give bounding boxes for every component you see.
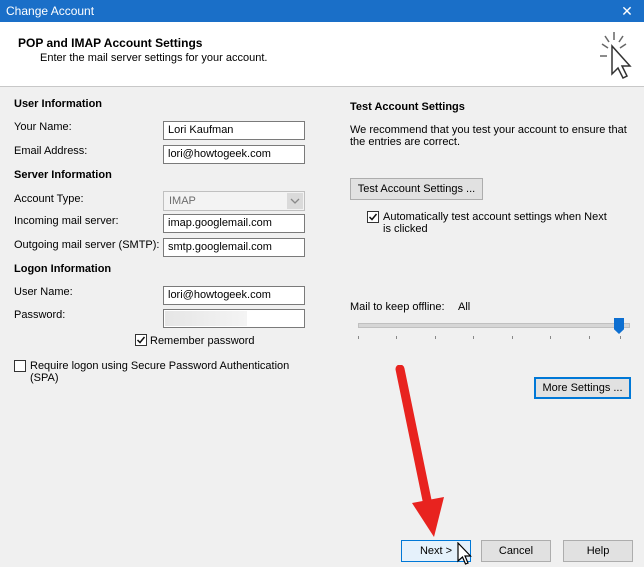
- cancel-button[interactable]: Cancel: [481, 540, 551, 562]
- header-subtitle: Enter the mail server settings for your …: [40, 52, 268, 64]
- password-mask: [165, 311, 247, 326]
- spa-label-line1: Require logon using Secure Password Auth…: [30, 360, 290, 372]
- server-info-heading: Server Information: [14, 169, 112, 181]
- auto-test-label-line2: is clicked: [383, 223, 428, 235]
- your-name-field[interactable]: Lori Kaufman: [163, 121, 305, 140]
- spa-label-line2: (SPA): [30, 372, 59, 384]
- slider-tick: [512, 336, 513, 339]
- test-settings-heading: Test Account Settings: [350, 101, 465, 113]
- red-arrow-annotation-icon: [395, 365, 444, 537]
- incoming-server-label: Incoming mail server:: [14, 215, 119, 227]
- slider-tick: [550, 336, 551, 339]
- slider-tick: [473, 336, 474, 339]
- offline-slider-thumb[interactable]: [614, 318, 624, 334]
- slider-tick: [589, 336, 590, 339]
- account-type-value: IMAP: [169, 195, 196, 207]
- title-bar: Change Account ✕: [0, 0, 644, 22]
- account-type-select[interactable]: IMAP: [163, 191, 305, 211]
- offline-label: Mail to keep offline:: [350, 301, 445, 313]
- remember-password-label: Remember password: [150, 335, 255, 347]
- test-description-line2: the entries are correct.: [350, 136, 461, 148]
- window-title: Change Account: [6, 4, 95, 18]
- checkmark-icon: [136, 336, 146, 344]
- more-settings-button[interactable]: More Settings ...: [534, 377, 631, 399]
- email-label: Email Address:: [14, 145, 88, 157]
- slider-tick: [435, 336, 436, 339]
- slider-tick: [396, 336, 397, 339]
- spa-checkbox[interactable]: [14, 360, 26, 372]
- checkmark-icon: [368, 213, 378, 221]
- user-name-field[interactable]: lori@howtogeek.com: [163, 286, 305, 305]
- incoming-server-field[interactable]: imap.googlemail.com: [163, 214, 305, 233]
- remember-password-checkbox[interactable]: [135, 334, 147, 346]
- offline-value: All: [458, 301, 471, 313]
- user-info-heading: User Information: [14, 98, 103, 110]
- account-type-label: Account Type:: [14, 193, 84, 205]
- outgoing-server-label: Outgoing mail server (SMTP):: [14, 239, 160, 251]
- outgoing-server-field[interactable]: smtp.googlemail.com: [163, 238, 305, 257]
- auto-test-checkbox[interactable]: [367, 211, 379, 223]
- email-field[interactable]: lori@howtogeek.com: [163, 145, 305, 164]
- test-description-line1: We recommend that you test your account …: [350, 124, 627, 136]
- help-button[interactable]: Help: [563, 540, 633, 562]
- slider-tick: [620, 336, 621, 339]
- your-name-label: Your Name:: [14, 121, 72, 133]
- user-name-label: User Name:: [14, 286, 73, 298]
- password-label: Password:: [14, 309, 66, 321]
- offline-slider-track[interactable]: [358, 323, 630, 328]
- slider-tick: [358, 336, 359, 339]
- header-title: POP and IMAP Account Settings: [18, 36, 203, 50]
- close-icon[interactable]: ✕: [610, 0, 644, 22]
- test-account-settings-button[interactable]: Test Account Settings ...: [350, 178, 483, 200]
- logon-info-heading: Logon Information: [14, 263, 112, 275]
- auto-test-label-line1: Automatically test account settings when…: [383, 211, 607, 223]
- password-field[interactable]: [163, 309, 305, 328]
- cursor-click-icon: [600, 32, 632, 80]
- mouse-pointer-icon: [457, 542, 472, 565]
- dropdown-arrow-icon: [287, 193, 303, 209]
- dialog-header: POP and IMAP Account Settings Enter the …: [0, 22, 644, 87]
